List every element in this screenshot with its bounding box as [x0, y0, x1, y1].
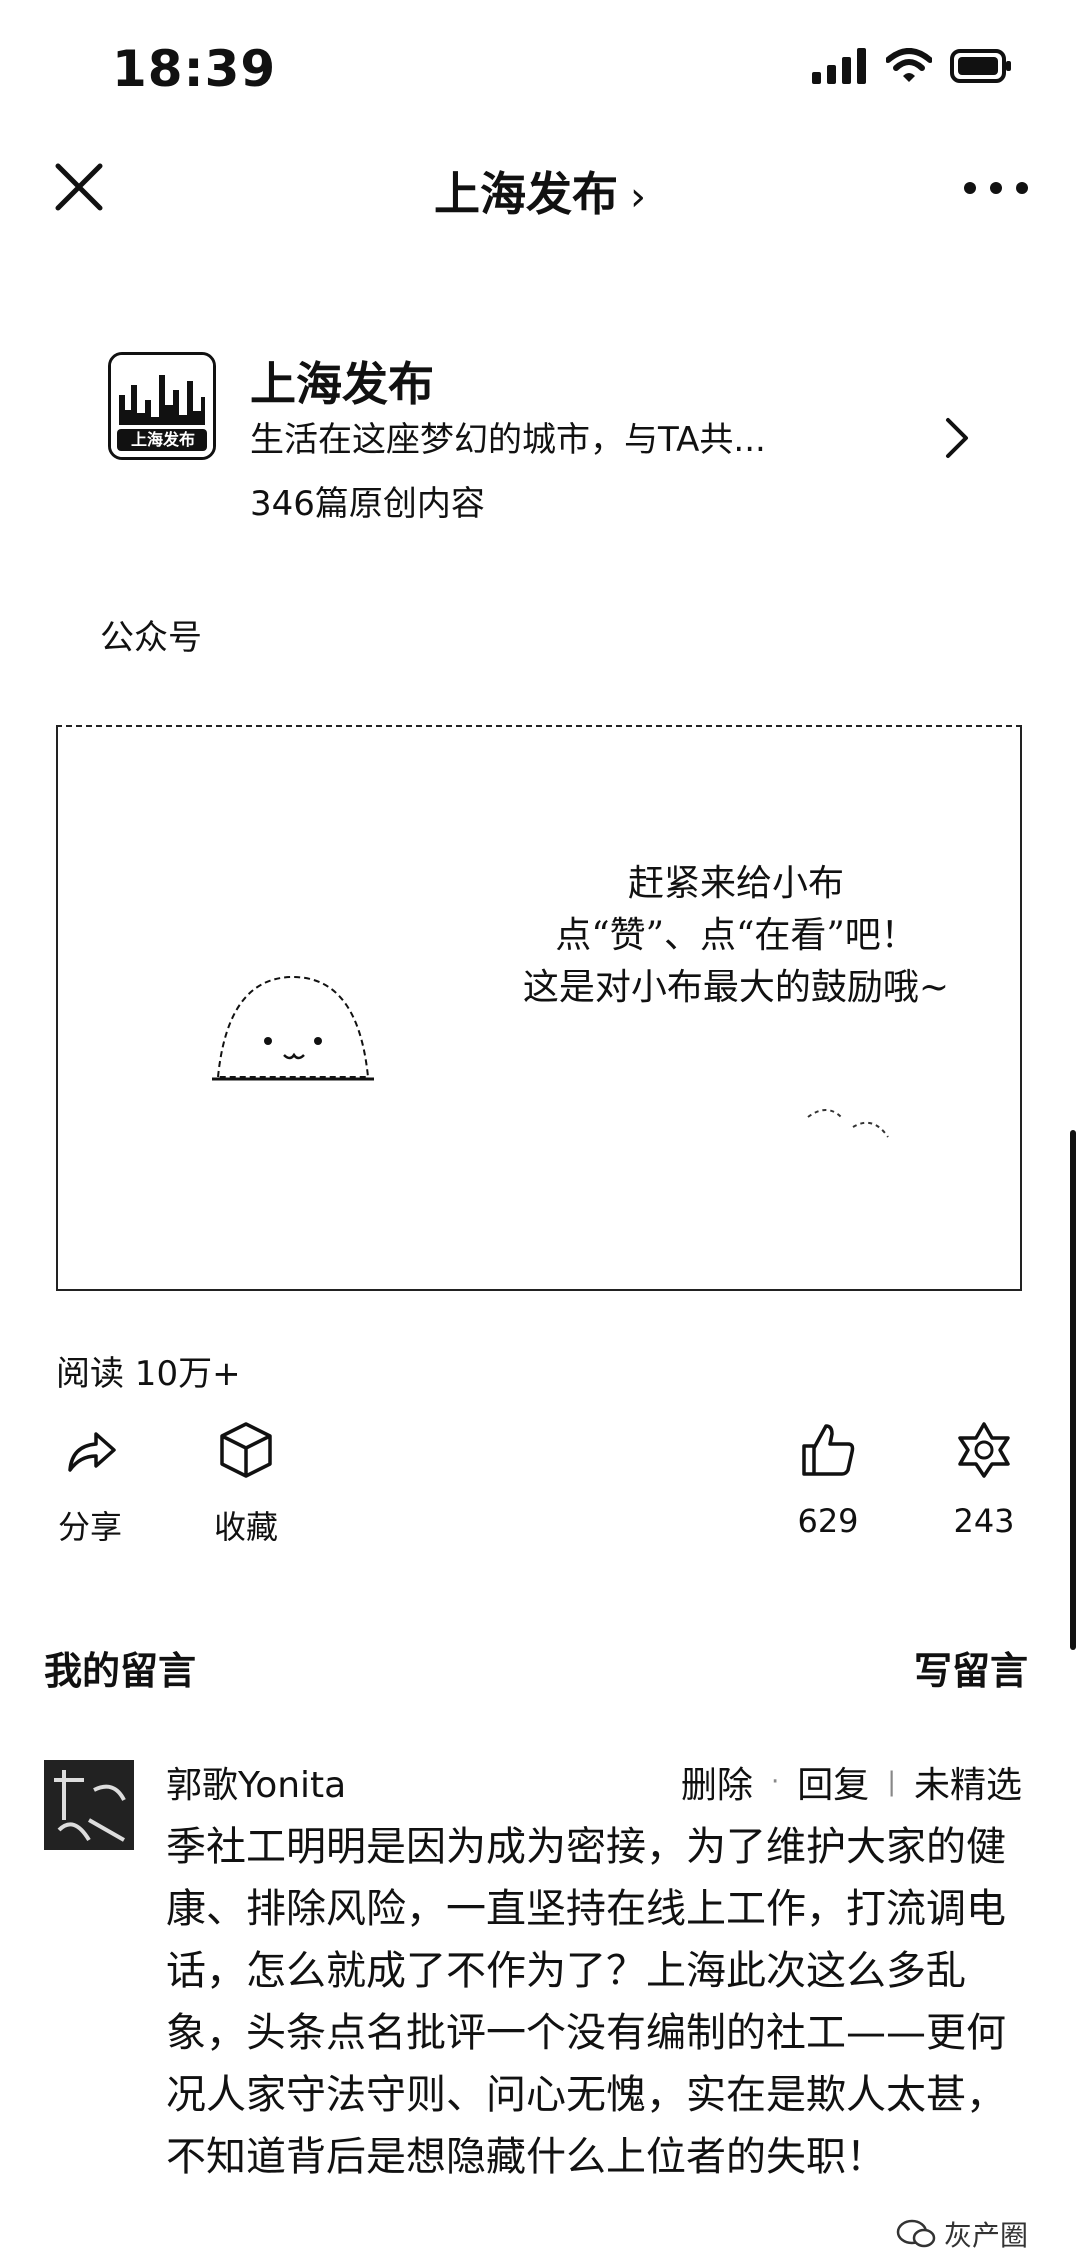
- thumbs-up-icon: [802, 1424, 855, 1476]
- chevron-right-icon: ›: [630, 174, 646, 220]
- write-comment-button[interactable]: 写留言: [914, 1640, 1028, 1695]
- commenter-avatar[interactable]: [44, 1760, 134, 1850]
- watermark: 灰产圈: [896, 2214, 1028, 2254]
- scrollbar[interactable]: [1070, 1130, 1076, 1650]
- image-text-line-1: 赶紧来给小布: [627, 863, 844, 904]
- favorite-button[interactable]: 收藏: [186, 1420, 306, 1548]
- my-comments-title: 我的留言: [44, 1649, 197, 1693]
- separator: ·: [770, 1767, 780, 1797]
- share-button[interactable]: 分享: [30, 1420, 150, 1548]
- reply-button[interactable]: 回复: [797, 1756, 869, 1808]
- chat-bubble-icon: [896, 2219, 936, 2248]
- account-avatar[interactable]: 上海发布: [108, 352, 216, 460]
- nav-title-text: 上海发布: [434, 167, 618, 221]
- separator: |: [887, 1767, 896, 1797]
- star-icon: [958, 1422, 1010, 1478]
- comment-text: 季社工明明是因为成为密接，为了维护大家的健康、排除风险，一直坚持在线上工作，打流…: [166, 1824, 1006, 2180]
- status-icons: [812, 48, 1012, 84]
- more-icon[interactable]: [964, 182, 1028, 194]
- mascot-illustration: [212, 975, 374, 1081]
- featured-status[interactable]: 未精选: [914, 1756, 1022, 1808]
- like-count: 629: [797, 1502, 859, 1540]
- share-icon: [68, 1432, 116, 1472]
- image-text-line-2: 点“赞”、点“在看”吧！: [555, 915, 917, 956]
- watermark-text: 灰产圈: [943, 2219, 1028, 2252]
- like-button[interactable]: 629: [768, 1420, 888, 1540]
- favorite-label: 收藏: [213, 1508, 278, 1546]
- image-text-line-3: 这是对小布最大的鼓励哦~: [522, 967, 950, 1008]
- box-icon: [220, 1422, 272, 1478]
- read-count: 阅读 10万+: [56, 1354, 241, 1394]
- account-description[interactable]: 生活在这座梦幻的城市，与TA共...: [250, 412, 890, 461]
- comment-actions: 删除 · 回复 | 未精选: [681, 1756, 1022, 1808]
- chevron-right-icon[interactable]: [942, 416, 972, 460]
- avatar-text: 上海发布: [130, 430, 195, 449]
- delete-button[interactable]: 删除: [681, 1756, 753, 1808]
- article-image[interactable]: 赶紧来给小布 点“赞”、点“在看”吧！ 这是对小布最大的鼓励哦~: [56, 725, 1022, 1291]
- commenter-name[interactable]: 郭歌Yonita: [166, 1756, 346, 1808]
- share-label: 分享: [57, 1508, 122, 1546]
- wow-button[interactable]: 243: [924, 1420, 1044, 1540]
- status-time: 18:39: [112, 40, 277, 98]
- wifi-icon: [886, 48, 932, 82]
- account-type-label: 公众号: [100, 618, 202, 658]
- battery-icon: [950, 49, 1011, 83]
- account-name[interactable]: 上海发布: [250, 348, 434, 414]
- sparkle-decoration: [807, 1109, 889, 1138]
- signal-icon: [812, 48, 866, 84]
- wow-count: 243: [953, 1502, 1015, 1540]
- original-count: 346篇原创内容: [250, 484, 485, 524]
- nav-title[interactable]: 上海发布 ›: [0, 158, 1080, 224]
